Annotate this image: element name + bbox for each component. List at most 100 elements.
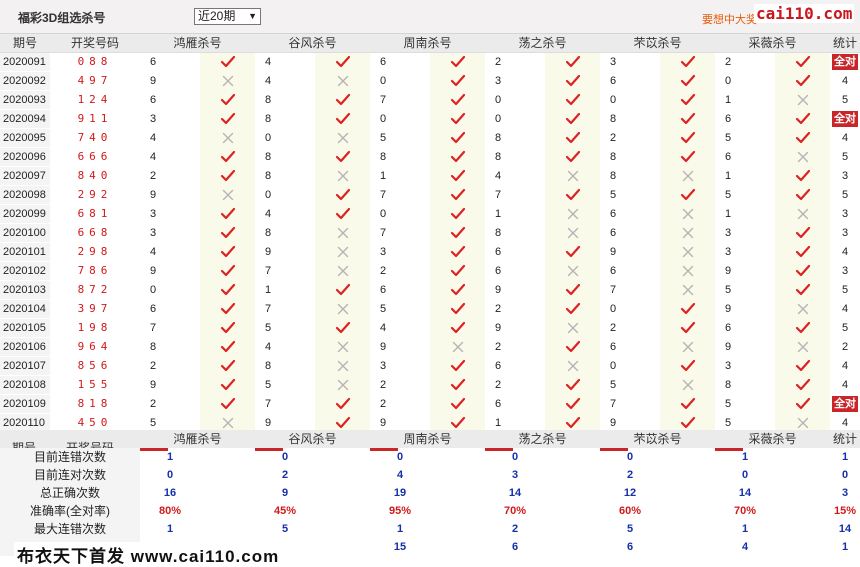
kill-number-cell: 9 [725, 341, 732, 353]
period-cell: 2020102 [0, 261, 50, 281]
result-mark-cell [775, 261, 830, 281]
kill-number-cell: 5 [265, 322, 272, 334]
kill-number-cell: 3 [725, 227, 732, 239]
table-header-row: 期号 开奖号码 鸿雁杀号 谷风杀号 周南杀号 荡之杀号 芣苡杀号 采薇杀号 统计 [0, 34, 860, 53]
stat-value: 3 [841, 227, 849, 239]
table-row: 2020096 666 4 8 8 8 8 6 5 [0, 147, 860, 167]
result-mark-cell [545, 128, 600, 148]
cross-icon [220, 417, 236, 429]
draw-number-cell: 497 [77, 74, 113, 87]
check-icon [795, 397, 811, 410]
result-mark-cell [775, 242, 830, 262]
result-mark-cell [660, 242, 715, 262]
check-icon [335, 321, 351, 334]
kill-number-cell: 2 [495, 341, 502, 353]
check-icon [795, 245, 811, 258]
kill-number-cell: 6 [610, 227, 617, 239]
kill-number-cell: 6 [610, 75, 617, 87]
result-mark-cell [545, 394, 600, 414]
column-header-stats: 统计 [830, 34, 860, 53]
summary-value: 2 [511, 523, 519, 535]
kill-number-cell: 9 [150, 75, 157, 87]
stat-value: 3 [841, 265, 849, 277]
draw-number-cell: 088 [77, 55, 113, 69]
kill-number-cell: 3 [610, 56, 617, 69]
check-icon [220, 264, 236, 277]
check-icon [220, 321, 236, 334]
result-mark-cell [660, 128, 715, 148]
kill-number-cell: 2 [495, 303, 502, 315]
cross-icon [335, 303, 351, 315]
stat-cell: 4 [830, 300, 860, 319]
kill-number-cell: 3 [150, 208, 157, 220]
table-row: 2020093 124 6 8 7 0 0 1 5 [0, 90, 860, 110]
brand-logo: cai110.com [754, 4, 855, 23]
cross-icon [335, 170, 351, 182]
summary-value: 6 [511, 541, 519, 553]
summary-value: 0 [396, 451, 404, 463]
cross-icon [680, 170, 696, 182]
stat-value: 5 [841, 94, 849, 106]
cross-icon [220, 132, 236, 144]
result-mark-cell [775, 204, 830, 224]
kill-number-cell: 8 [380, 151, 387, 163]
promo-link[interactable]: 要想中大奖 [702, 11, 757, 27]
summary-spacer [200, 520, 255, 538]
result-mark-cell [775, 356, 830, 376]
kill-number-cell: 4 [265, 208, 272, 220]
kill-number-cell: 8 [265, 227, 272, 239]
check-icon [335, 416, 351, 429]
kill-number-cell: 4 [265, 341, 272, 353]
stat-cell: 4 [830, 376, 860, 395]
draw-number-cell: 872 [77, 283, 113, 296]
summary-spacer [545, 466, 600, 484]
summary-spacer [775, 520, 830, 538]
result-mark-cell [545, 356, 600, 376]
summary-value: 0 [741, 469, 749, 481]
result-mark-cell [775, 166, 830, 186]
result-mark-cell [545, 223, 600, 243]
check-icon [565, 283, 581, 296]
cross-icon [680, 265, 696, 277]
kill-number-cell: 9 [725, 303, 732, 315]
summary-row: 总正确次数 16 9 19 14 12 14 3 [0, 484, 860, 502]
result-mark-cell [775, 109, 830, 129]
check-icon [795, 359, 811, 372]
result-mark-cell [315, 147, 370, 167]
check-icon [795, 283, 811, 296]
cross-icon [795, 208, 811, 220]
kill-number-cell: 1 [725, 94, 732, 106]
kill-number-cell: 3 [725, 360, 732, 372]
kill-number-cell: 5 [265, 379, 272, 391]
result-mark-cell [545, 147, 600, 167]
table-row: 2020106 964 8 4 9 2 6 9 2 [0, 337, 860, 357]
stat-value: 4 [841, 75, 849, 87]
check-icon [680, 131, 696, 144]
cross-icon [795, 417, 811, 429]
stat-cell: 2 [830, 338, 860, 357]
table-row: 2020103 872 0 1 6 9 7 5 5 [0, 280, 860, 300]
cross-icon [220, 189, 236, 201]
summary-header-left: 期号 开奖号码 [0, 430, 140, 448]
kill-number-cell: 1 [725, 208, 732, 220]
period-cell: 2020108 [0, 375, 50, 395]
kill-number-cell: 6 [380, 284, 387, 296]
check-icon [335, 112, 351, 125]
stat-cell: 3 [830, 167, 860, 186]
summary-value: 5 [281, 523, 289, 535]
column-header-method: 谷风杀号 [255, 34, 370, 53]
draw-number-cell: 292 [77, 188, 113, 201]
result-mark-cell [200, 128, 255, 148]
result-mark-cell [200, 204, 255, 224]
cross-icon [680, 227, 696, 239]
summary-value: 4 [396, 469, 404, 481]
summary-value: 2 [626, 469, 634, 481]
kill-number-cell: 2 [380, 398, 387, 410]
period-range-select[interactable]: 近20期 ▼ [194, 8, 261, 25]
check-icon [450, 359, 466, 372]
result-mark-cell [545, 52, 600, 72]
kill-number-cell: 9 [265, 246, 272, 258]
check-icon [565, 93, 581, 106]
result-mark-cell [545, 299, 600, 319]
kill-number-cell: 1 [265, 284, 272, 296]
